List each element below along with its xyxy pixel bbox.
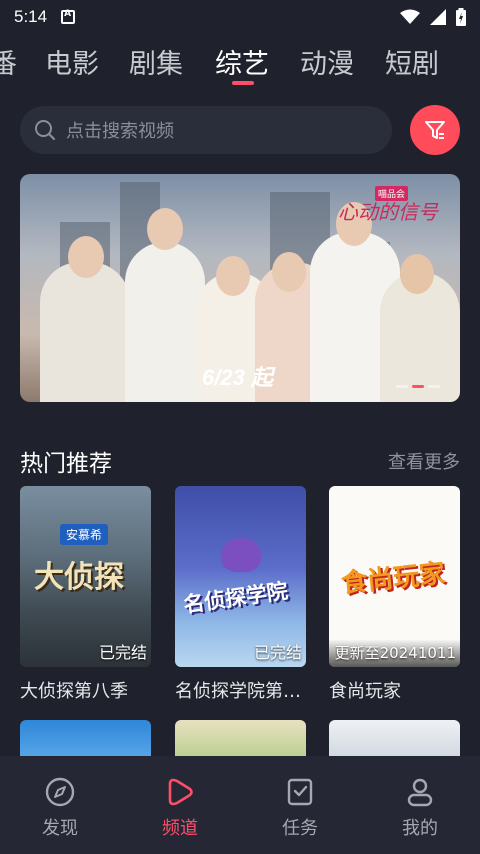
- notification-icon: [61, 9, 76, 24]
- poster-title: 名侦探学院: [181, 578, 290, 618]
- user-icon: [407, 778, 433, 807]
- show-card[interactable]: 食尚玩家 更新至20241011 食尚玩家: [329, 486, 460, 703]
- tab-short-drama[interactable]: 短剧: [385, 42, 439, 81]
- see-more-link[interactable]: 查看更多: [388, 448, 460, 474]
- nav-label: 发现: [42, 818, 78, 839]
- banner-pagination: [396, 385, 440, 388]
- status-time: 5:14: [14, 7, 48, 26]
- tab-movies[interactable]: 电影: [45, 42, 99, 81]
- status-badge: 已完结: [253, 643, 302, 662]
- nav-label: 任务: [282, 818, 318, 839]
- pagination-dot-active: [412, 385, 424, 388]
- filter-icon: [425, 121, 445, 139]
- show-title: 名侦探学院第…: [175, 681, 301, 702]
- pagination-dot: [396, 385, 408, 388]
- bottom-navigation: 发现 频道 任务 我的: [0, 756, 480, 854]
- search-input[interactable]: 点击搜索视频: [20, 106, 392, 154]
- task-icon: [287, 778, 313, 806]
- status-badge: 更新至20241011: [334, 644, 456, 662]
- pagination-dot: [428, 385, 440, 388]
- tab-fan[interactable]: 番: [0, 42, 17, 81]
- tab-series[interactable]: 剧集: [129, 42, 183, 81]
- poster-sponsor: 安慕希: [60, 524, 109, 545]
- nav-label: 我的: [402, 818, 438, 839]
- nav-item-tasks[interactable]: 任务: [240, 756, 360, 854]
- show-card[interactable]: 名侦探学院 已完结 名侦探学院第…: [175, 486, 306, 703]
- nav-item-discover[interactable]: 发现: [0, 756, 120, 854]
- show-title: 大侦探第八季: [20, 681, 128, 702]
- wifi-icon: [400, 9, 420, 24]
- search-icon: [35, 120, 56, 141]
- tab-variety[interactable]: 综艺: [215, 42, 269, 81]
- show-card[interactable]: 安慕希 大侦探 已完结 大侦探第八季: [20, 486, 151, 703]
- show-poster[interactable]: 安慕希 大侦探 已完结: [20, 486, 151, 667]
- show-title: 食尚玩家: [329, 681, 401, 702]
- nav-item-profile[interactable]: 我的: [360, 756, 480, 854]
- tab-anime[interactable]: 动漫: [300, 42, 354, 81]
- status-badge: 已完结: [98, 643, 147, 662]
- poster-title: 食尚玩家: [339, 558, 447, 600]
- banner-date: 6/23 起: [202, 365, 273, 390]
- show-poster[interactable]: 名侦探学院 已完结: [175, 486, 306, 667]
- compass-icon: [45, 777, 75, 807]
- poster-title: 大侦探: [34, 560, 124, 595]
- banner-show-logo: 心动的信号: [338, 200, 438, 224]
- show-card-partial[interactable]: [329, 720, 460, 760]
- filter-button[interactable]: [410, 105, 460, 155]
- featured-banner[interactable]: 喵品会 心动的信号 6/23 起: [20, 174, 460, 402]
- show-card-partial[interactable]: [175, 720, 306, 760]
- search-placeholder: 点击搜索视频: [66, 121, 174, 142]
- play-icon: [168, 778, 193, 806]
- battery-icon: [456, 8, 466, 26]
- nav-item-channel[interactable]: 频道: [120, 756, 240, 854]
- status-bar: 5:14: [0, 0, 480, 34]
- section-title: 热门推荐: [20, 451, 112, 477]
- show-card-partial[interactable]: [20, 720, 151, 760]
- signal-icon: [430, 9, 446, 25]
- nav-label: 频道: [162, 818, 198, 839]
- active-tab-indicator: [232, 81, 254, 85]
- show-poster[interactable]: 食尚玩家 更新至20241011: [329, 486, 460, 667]
